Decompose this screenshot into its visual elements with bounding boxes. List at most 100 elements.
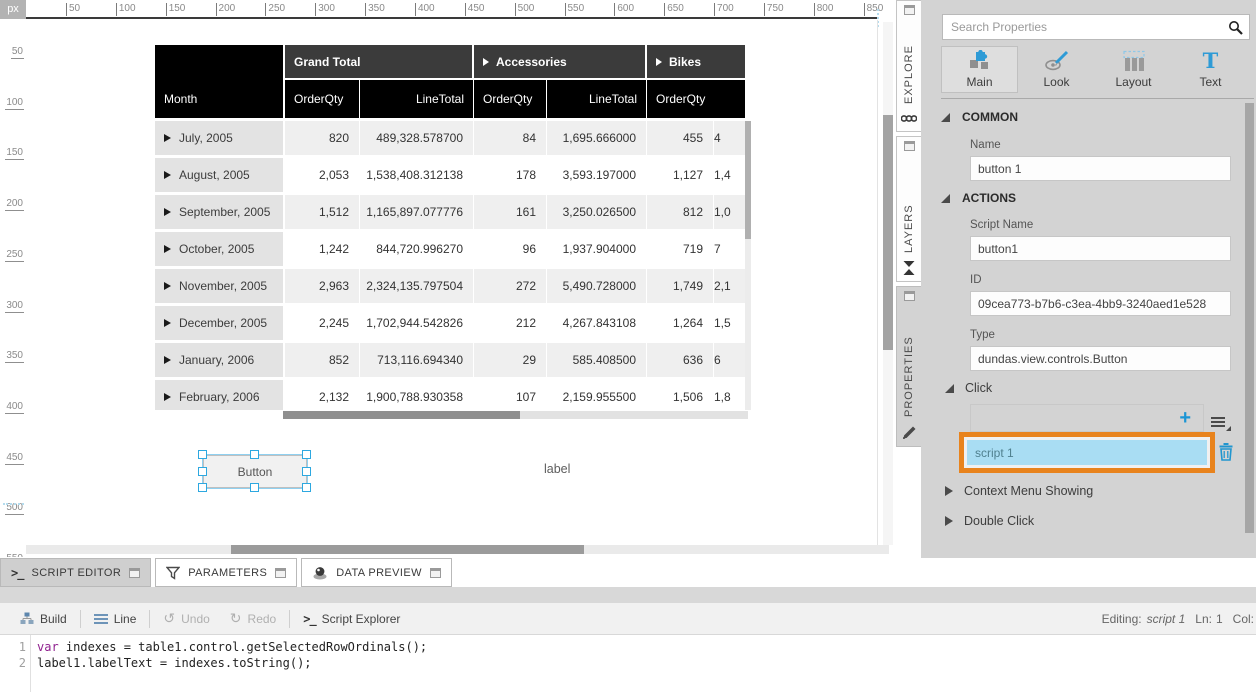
- type-input[interactable]: [971, 347, 1230, 370]
- tab-data-preview[interactable]: DATA PREVIEW: [301, 558, 452, 587]
- window-icon[interactable]: [904, 5, 915, 15]
- code-line[interactable]: var indexes = table1.control.getSelected…: [37, 639, 427, 655]
- column-header[interactable]: LineTotal: [547, 80, 646, 118]
- search-icon[interactable]: [1228, 20, 1243, 35]
- expand-arrow-icon[interactable]: [483, 58, 489, 66]
- name-input[interactable]: [971, 157, 1230, 180]
- selection-handle[interactable]: [302, 450, 311, 459]
- collapse-icon[interactable]: [945, 384, 954, 393]
- canvas-horizontal-scrollbar[interactable]: [26, 545, 889, 554]
- selection-handle[interactable]: [302, 483, 311, 492]
- data-table[interactable]: Month Grand Total Accessories Bikes Orde…: [155, 45, 745, 410]
- collapse-icon[interactable]: [941, 194, 950, 203]
- click-event-header[interactable]: Click: [945, 381, 992, 395]
- line-button[interactable]: Line: [84, 612, 147, 626]
- window-icon[interactable]: [904, 141, 915, 151]
- column-header[interactable]: OrderQty: [285, 80, 359, 118]
- canvas-horizontal-scrollbar-thumb[interactable]: [231, 545, 584, 554]
- window-icon[interactable]: [904, 291, 915, 301]
- cell-month[interactable]: November, 2005: [155, 269, 283, 303]
- group-grand-total[interactable]: Grand Total: [285, 45, 472, 78]
- cell-month[interactable]: July, 2005: [155, 121, 283, 155]
- table-row[interactable]: November, 2005 2,963 2,324,135.797504 27…: [155, 269, 745, 303]
- column-header[interactable]: OrderQty: [474, 80, 546, 118]
- canvas-vertical-scrollbar-thumb[interactable]: [883, 115, 893, 350]
- expand-icon[interactable]: [945, 516, 953, 526]
- cell-month[interactable]: February, 2006: [155, 380, 283, 410]
- id-field[interactable]: [970, 291, 1231, 316]
- panel-scrollbar[interactable]: [1245, 103, 1254, 533]
- type-field[interactable]: [970, 346, 1231, 371]
- expand-icon[interactable]: [945, 486, 953, 496]
- section-common[interactable]: COMMON: [941, 110, 1018, 124]
- cell-month[interactable]: January, 2006: [155, 343, 283, 377]
- tab-look[interactable]: Look: [1018, 46, 1095, 93]
- table-month-header[interactable]: Month: [155, 45, 283, 118]
- tab-main[interactable]: Main: [941, 46, 1018, 93]
- tab-text[interactable]: T Text: [1172, 46, 1249, 93]
- window-icon[interactable]: [275, 568, 286, 578]
- build-button[interactable]: Build: [10, 612, 77, 626]
- cell-month[interactable]: September, 2005: [155, 195, 283, 229]
- list-menu-icon[interactable]: [1211, 417, 1231, 431]
- table-row[interactable]: August, 2005 2,053 1,538,408.312138 178 …: [155, 158, 745, 192]
- undo-button[interactable]: ↺ Undo: [153, 610, 219, 627]
- window-icon[interactable]: [430, 568, 441, 578]
- cell-month[interactable]: August, 2005: [155, 158, 283, 192]
- column-header[interactable]: OrderQty: [647, 80, 745, 118]
- expand-arrow-icon[interactable]: [656, 58, 662, 66]
- add-script-button[interactable]: +: [1179, 409, 1191, 427]
- table-vertical-scrollbar-thumb[interactable]: [745, 121, 751, 239]
- selection-handle[interactable]: [250, 450, 259, 459]
- canvas-vertical-scrollbar[interactable]: [883, 22, 893, 545]
- redo-button[interactable]: ↻ Redo: [220, 610, 286, 627]
- script-name-input[interactable]: [971, 237, 1230, 260]
- delete-script-icon[interactable]: [1218, 442, 1234, 461]
- tab-explore[interactable]: EXPLORE: [896, 0, 921, 132]
- tab-properties[interactable]: PROPERTIES: [896, 286, 921, 447]
- search-properties-input[interactable]: [943, 15, 1249, 39]
- tab-layout[interactable]: Layout: [1095, 46, 1172, 93]
- code-line[interactable]: label1.labelText = indexes.toString();: [37, 655, 312, 671]
- table-row[interactable]: December, 2005 2,245 1,702,944.542826 21…: [155, 306, 745, 340]
- table-row[interactable]: February, 2006 2,132 1,900,788.930358 10…: [155, 380, 745, 410]
- code-editor[interactable]: 1 var indexes = table1.control.getSelect…: [0, 635, 1256, 692]
- row-expand-icon[interactable]: [164, 134, 171, 142]
- selection-handle[interactable]: [198, 467, 207, 476]
- search-properties-box[interactable]: [942, 14, 1250, 40]
- script-list-item[interactable]: script 1: [967, 440, 1207, 465]
- script-name-field[interactable]: [970, 236, 1231, 261]
- table-row[interactable]: October, 2005 1,242 844,720.996270 96 1,…: [155, 232, 745, 266]
- table-row[interactable]: January, 2006 852 713,116.694340 29 585.…: [155, 343, 745, 377]
- row-expand-icon[interactable]: [164, 356, 171, 364]
- row-expand-icon[interactable]: [164, 208, 171, 216]
- table-horizontal-scrollbar[interactable]: [283, 411, 748, 419]
- group-bikes[interactable]: Bikes: [647, 45, 745, 78]
- row-expand-icon[interactable]: [164, 393, 171, 401]
- selection-handle[interactable]: [198, 483, 207, 492]
- column-header[interactable]: LineTotal: [360, 80, 473, 118]
- canvas-label-element[interactable]: label: [544, 462, 570, 476]
- double-click-event-header[interactable]: Double Click: [945, 514, 1034, 528]
- tab-script-editor[interactable]: >_ SCRIPT EDITOR: [0, 558, 151, 587]
- tab-parameters[interactable]: PARAMETERS: [155, 558, 297, 587]
- selection-handle[interactable]: [198, 450, 207, 459]
- table-horizontal-scrollbar-thumb[interactable]: [283, 411, 520, 419]
- row-expand-icon[interactable]: [164, 245, 171, 253]
- row-expand-icon[interactable]: [164, 282, 171, 290]
- row-expand-icon[interactable]: [164, 319, 171, 327]
- table-row[interactable]: September, 2005 1,512 1,165,897.077776 1…: [155, 195, 745, 229]
- id-input[interactable]: [971, 292, 1230, 315]
- name-field[interactable]: [970, 156, 1231, 181]
- section-actions[interactable]: ACTIONS: [941, 191, 1016, 205]
- tab-layers[interactable]: LAYERS: [896, 136, 921, 282]
- table-row[interactable]: July, 2005 820 489,328.578700 84 1,695.6…: [155, 121, 745, 155]
- group-accessories[interactable]: Accessories: [474, 45, 645, 78]
- selection-handle[interactable]: [302, 467, 311, 476]
- cell-month[interactable]: October, 2005: [155, 232, 283, 266]
- context-menu-event-header[interactable]: Context Menu Showing: [945, 484, 1093, 498]
- cell-month[interactable]: December, 2005: [155, 306, 283, 340]
- script-explorer-button[interactable]: >_ Script Explorer: [293, 612, 410, 626]
- row-expand-icon[interactable]: [164, 171, 171, 179]
- selection-handle[interactable]: [250, 483, 259, 492]
